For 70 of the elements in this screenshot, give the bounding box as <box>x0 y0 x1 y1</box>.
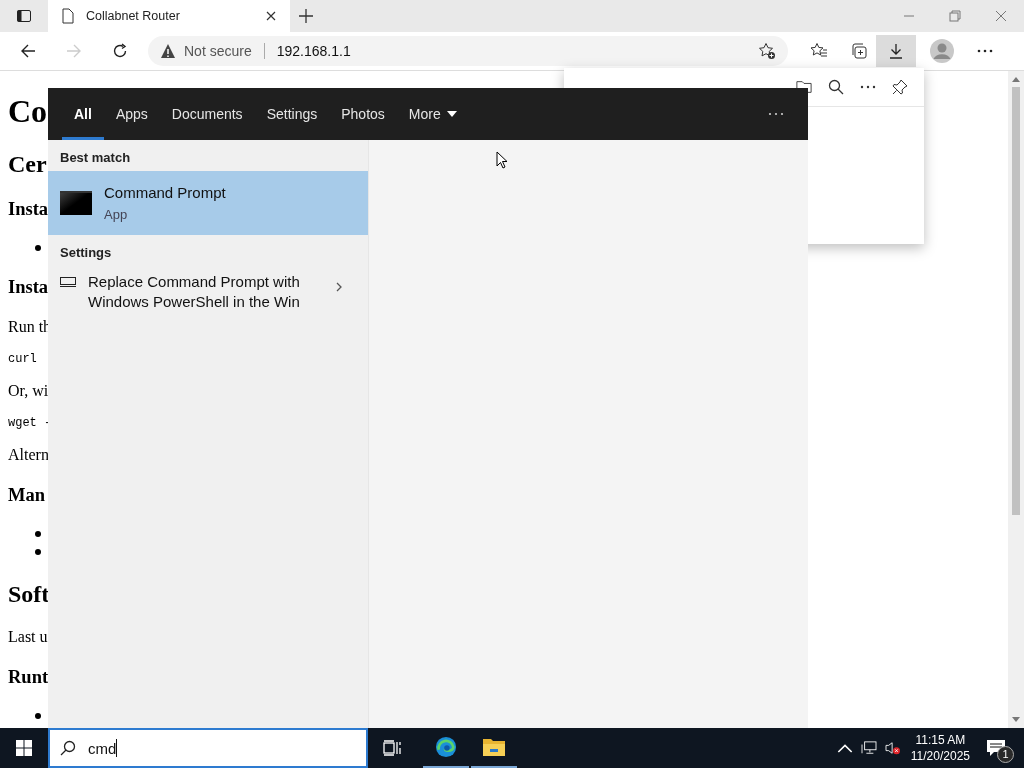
monitor-icon <box>60 277 76 287</box>
security-label: Not secure <box>184 43 252 59</box>
restore-icon[interactable] <box>949 10 961 22</box>
page-text: Last u <box>8 627 48 647</box>
page-text: wget - <box>8 415 52 431</box>
network-icon[interactable] <box>860 741 877 755</box>
page-text: curl <box>8 351 37 367</box>
profile-icon[interactable] <box>930 39 954 63</box>
tab-actions-icon[interactable] <box>16 8 32 24</box>
downloads-button[interactable] <box>876 35 916 67</box>
back-icon[interactable] <box>20 43 36 59</box>
page-text: Cer <box>8 150 47 179</box>
search-field[interactable]: cmd <box>48 728 368 768</box>
add-favorite-icon[interactable] <box>758 42 776 60</box>
search-result[interactable]: Replace Command Prompt with Windows PowerShell in the Win <box>48 266 368 318</box>
new-tab-icon[interactable] <box>298 8 314 24</box>
search-filter-tab[interactable]: More <box>396 88 469 140</box>
folder-icon <box>482 736 506 758</box>
collections-icon[interactable] <box>850 42 868 60</box>
warning-icon <box>160 43 176 59</box>
bullet-dot <box>35 531 41 537</box>
scrollbar[interactable] <box>1008 71 1024 728</box>
page-text: Altern <box>8 445 49 465</box>
page-text: Soft <box>8 580 50 609</box>
tab-title: Collabnet Router <box>86 9 181 23</box>
search-query: cmd <box>88 739 117 757</box>
notification-count: 1 <box>997 746 1014 763</box>
windows-icon[interactable] <box>16 740 32 756</box>
scroll-down-icon[interactable] <box>1012 717 1020 723</box>
close-icon[interactable] <box>266 11 276 21</box>
address-bar[interactable]: Not secure 192.168.1.1 <box>148 36 788 66</box>
muted-speaker-icon[interactable] <box>884 741 901 755</box>
refresh-icon[interactable] <box>112 43 128 59</box>
search-filter-tab[interactable]: Photos <box>329 88 397 140</box>
page-text: Insta <box>8 276 49 299</box>
search-filter-tab[interactable]: Documents <box>159 88 255 140</box>
page-text: Or, wi <box>8 381 49 401</box>
scroll-thumb[interactable] <box>1012 87 1020 515</box>
cursor-icon <box>496 151 508 169</box>
url-text: 192.168.1.1 <box>276 43 351 59</box>
edge-icon <box>434 736 458 758</box>
page-text: Man <box>8 484 45 507</box>
download-icon <box>888 43 904 59</box>
search-icon <box>60 740 76 756</box>
pin-icon[interactable] <box>892 79 908 95</box>
terminal-icon <box>60 191 92 215</box>
favorites-icon[interactable] <box>810 42 828 60</box>
search-result[interactable]: Command Prompt App <box>48 171 368 235</box>
clock-date[interactable]: 11/20/2025 <box>910 748 970 764</box>
bullet-dot <box>35 549 41 555</box>
browser-tab[interactable]: Collabnet Router <box>48 0 290 32</box>
bullet-dot <box>35 245 41 251</box>
page-text: Runt <box>8 666 49 689</box>
search-filter-tab[interactable]: Settings <box>254 88 330 140</box>
search-icon[interactable] <box>828 79 844 95</box>
search-filter-tab[interactable]: Apps <box>103 88 160 140</box>
result-type: App <box>104 207 129 222</box>
section-heading: Settings <box>59 244 113 262</box>
chevron-right-icon[interactable] <box>336 282 342 292</box>
result-title: Command Prompt <box>104 184 226 201</box>
clock-time[interactable]: 11:15 AM <box>915 732 966 748</box>
task-view-icon[interactable] <box>383 740 401 756</box>
page-text: Insta <box>8 198 49 221</box>
result-title: Replace Command Prompt with Windows PowerShell in the Win <box>88 272 301 312</box>
page-text: Co <box>8 92 48 131</box>
scroll-up-icon[interactable] <box>1012 76 1020 82</box>
page-icon <box>62 8 74 24</box>
bullet-dot <box>35 713 41 719</box>
section-heading: Best match <box>59 149 132 167</box>
more-icon[interactable] <box>768 112 784 116</box>
